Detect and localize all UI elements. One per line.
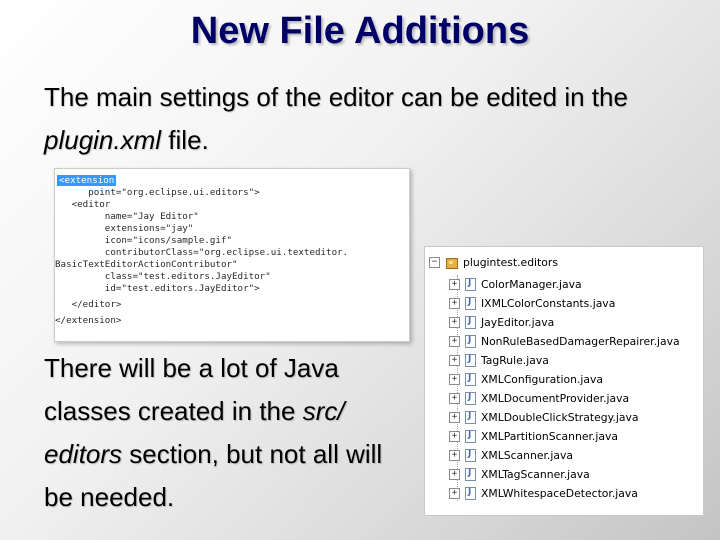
code-line: icon="icons/sample.gif" <box>55 235 233 246</box>
intro-emphasis: plugin.xml <box>44 125 162 155</box>
tree-item-label: IXMLColorConstants.java <box>481 296 616 310</box>
package-explorer-tree: − plugintest.editors +ColorManager.java … <box>424 246 704 516</box>
code-line: name="Jay Editor" <box>55 211 199 222</box>
java-file-icon <box>465 448 476 462</box>
tree-item[interactable]: + XMLPartitionScanner.java <box>449 427 618 445</box>
code-line: </editor> <box>55 299 122 310</box>
tree-item[interactable]: + XMLTagScanner.java <box>449 465 590 483</box>
code-line: </extension> <box>55 315 122 326</box>
intro-text: The main settings of the editor can be e… <box>44 82 628 112</box>
code-line: id="test.editors.JayEditor"> <box>55 283 260 294</box>
tree-item-label: XMLScanner.java <box>481 448 573 462</box>
expand-icon[interactable]: + <box>449 278 460 290</box>
tree-item-label: NonRuleBasedDamagerRepairer.java <box>481 334 680 348</box>
tree-item-label: XMLDoubleClickStrategy.java <box>481 410 639 424</box>
tree-item[interactable]: + IXMLColorConstants.java <box>449 294 615 312</box>
java-file-icon <box>465 429 476 443</box>
tree-item[interactable]: + TagRule.java <box>449 351 549 369</box>
package-icon <box>445 256 458 269</box>
expand-icon[interactable]: + <box>449 430 460 442</box>
tree-item-label: XMLPartitionScanner.java <box>481 429 618 443</box>
java-file-icon <box>465 486 476 500</box>
code-line: contributorClass="org.eclipse.ui.textedi… <box>55 247 349 258</box>
code-line: <extension <box>57 175 117 187</box>
expand-icon[interactable]: + <box>449 468 460 480</box>
intro-paragraph: The main settings of the editor can be e… <box>44 76 694 162</box>
tree-item-label: XMLWhitespaceDetector.java <box>481 486 638 500</box>
collapse-icon[interactable]: − <box>429 256 440 268</box>
tree-item[interactable]: + XMLDoubleClickStrategy.java <box>449 408 639 426</box>
expand-icon[interactable]: + <box>449 335 460 347</box>
java-file-icon <box>465 391 476 405</box>
tree-item[interactable]: + XMLConfiguration.java <box>449 370 603 388</box>
intro-text-end: file. <box>161 125 209 155</box>
tree-item-label: JayEditor.java <box>481 315 555 329</box>
tree-item[interactable]: + XMLWhitespaceDetector.java <box>449 484 638 502</box>
java-file-icon <box>465 410 476 424</box>
tree-root-package[interactable]: − plugintest.editors <box>429 253 558 271</box>
expand-icon[interactable]: + <box>449 354 460 366</box>
java-file-icon <box>465 296 476 310</box>
expand-icon[interactable]: + <box>449 373 460 385</box>
java-file-icon <box>465 334 476 348</box>
code-line: <editor <box>55 199 111 210</box>
java-file-icon <box>465 315 476 329</box>
tree-item[interactable]: + XMLDocumentProvider.java <box>449 389 629 407</box>
code-line: class="test.editors.JayEditor" <box>55 271 271 282</box>
classes-paragraph: There will be a lot of Java classes crea… <box>44 347 414 519</box>
tree-item-label: TagRule.java <box>481 353 549 367</box>
java-file-icon <box>465 372 476 386</box>
java-file-icon <box>465 353 476 367</box>
tree-item[interactable]: + JayEditor.java <box>449 313 554 331</box>
expand-icon[interactable]: + <box>449 449 460 461</box>
code-line: extensions="jay" <box>55 223 194 234</box>
tree-root-label: plugintest.editors <box>463 255 558 269</box>
plugin-xml-snippet: <extension point="org.eclipse.ui.editors… <box>54 168 410 342</box>
expand-icon[interactable]: + <box>449 411 460 423</box>
tree-item-label: XMLDocumentProvider.java <box>481 391 630 405</box>
tree-item-label: ColorManager.java <box>481 277 582 291</box>
tree-item-label: XMLConfiguration.java <box>481 372 604 386</box>
code-line: BasicTextEditorActionContributor" <box>55 259 238 270</box>
java-file-icon <box>465 467 476 481</box>
expand-icon[interactable]: + <box>449 297 460 309</box>
slide-title: New File Additions <box>190 10 530 52</box>
tree-item-label: XMLTagScanner.java <box>481 467 590 481</box>
tree-item[interactable]: + NonRuleBasedDamagerRepairer.java <box>449 332 680 350</box>
expand-icon[interactable]: + <box>449 487 460 499</box>
tree-item[interactable]: + ColorManager.java <box>449 275 582 293</box>
expand-icon[interactable]: + <box>449 316 460 328</box>
tree-item[interactable]: + XMLScanner.java <box>449 446 573 464</box>
expand-icon[interactable]: + <box>449 392 460 404</box>
java-file-icon <box>465 277 476 291</box>
classes-text: There will be a lot of Java classes crea… <box>44 353 339 426</box>
code-line: point="org.eclipse.ui.editors"> <box>55 187 260 198</box>
